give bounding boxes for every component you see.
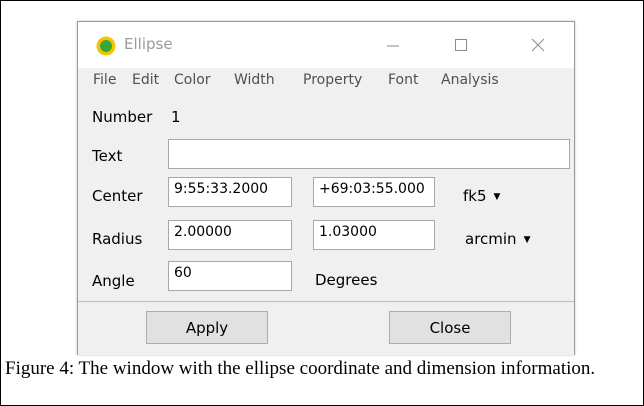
menu-bar: File Edit Color Width Property Font Anal… bbox=[78, 70, 574, 94]
close-window-button[interactable] bbox=[518, 30, 558, 60]
coordinate-system-dropdown[interactable]: fk5 ▼ bbox=[463, 187, 500, 205]
menu-edit[interactable]: Edit bbox=[132, 72, 159, 88]
app-icon bbox=[96, 36, 116, 56]
window-title: Ellipse bbox=[124, 35, 173, 53]
text-label: Text bbox=[92, 147, 123, 165]
menu-width[interactable]: Width bbox=[234, 72, 275, 88]
minimize-icon bbox=[387, 45, 399, 47]
menu-font[interactable]: Font bbox=[388, 72, 418, 88]
radius-unit-dropdown[interactable]: arcmin ▼ bbox=[465, 230, 530, 248]
coordinate-system-value: fk5 bbox=[463, 187, 487, 205]
number-value: 1 bbox=[171, 108, 181, 126]
radius-major-input[interactable]: 2.00000 bbox=[168, 220, 292, 250]
angle-label: Angle bbox=[92, 272, 135, 290]
close-icon bbox=[531, 38, 545, 52]
center-dec-input[interactable]: +69:03:55.000 bbox=[313, 177, 435, 207]
radius-unit-value: arcmin bbox=[465, 230, 517, 248]
maximize-icon bbox=[455, 39, 467, 51]
angle-input[interactable]: 60 bbox=[168, 261, 292, 291]
menu-file[interactable]: File bbox=[93, 72, 116, 88]
title-bar[interactable]: Ellipse bbox=[78, 22, 574, 68]
dropdown-arrow-icon: ▼ bbox=[493, 192, 501, 202]
close-button[interactable]: Close bbox=[389, 311, 511, 344]
dropdown-arrow-icon: ▼ bbox=[523, 235, 531, 245]
figure-frame: Ellipse File Edit Color Width Property F… bbox=[0, 0, 644, 406]
radius-label: Radius bbox=[92, 230, 143, 248]
button-bar: Apply Close bbox=[78, 301, 574, 355]
center-ra-input[interactable]: 9:55:33.2000 bbox=[168, 177, 292, 207]
minimize-button[interactable] bbox=[373, 30, 413, 60]
angle-unit: Degrees bbox=[315, 271, 378, 289]
number-label: Number bbox=[92, 108, 153, 126]
ellipse-dialog: Ellipse File Edit Color Width Property F… bbox=[77, 21, 575, 355]
figure-caption: Figure 4: The window with the ellipse co… bbox=[5, 358, 596, 379]
radius-minor-input[interactable]: 1.03000 bbox=[313, 220, 435, 250]
menu-property[interactable]: Property bbox=[303, 72, 362, 88]
center-label: Center bbox=[92, 187, 143, 205]
menu-analysis[interactable]: Analysis bbox=[441, 72, 499, 88]
text-input[interactable] bbox=[168, 139, 570, 169]
maximize-button[interactable] bbox=[441, 30, 481, 60]
apply-button[interactable]: Apply bbox=[146, 311, 268, 344]
menu-color[interactable]: Color bbox=[174, 72, 211, 88]
